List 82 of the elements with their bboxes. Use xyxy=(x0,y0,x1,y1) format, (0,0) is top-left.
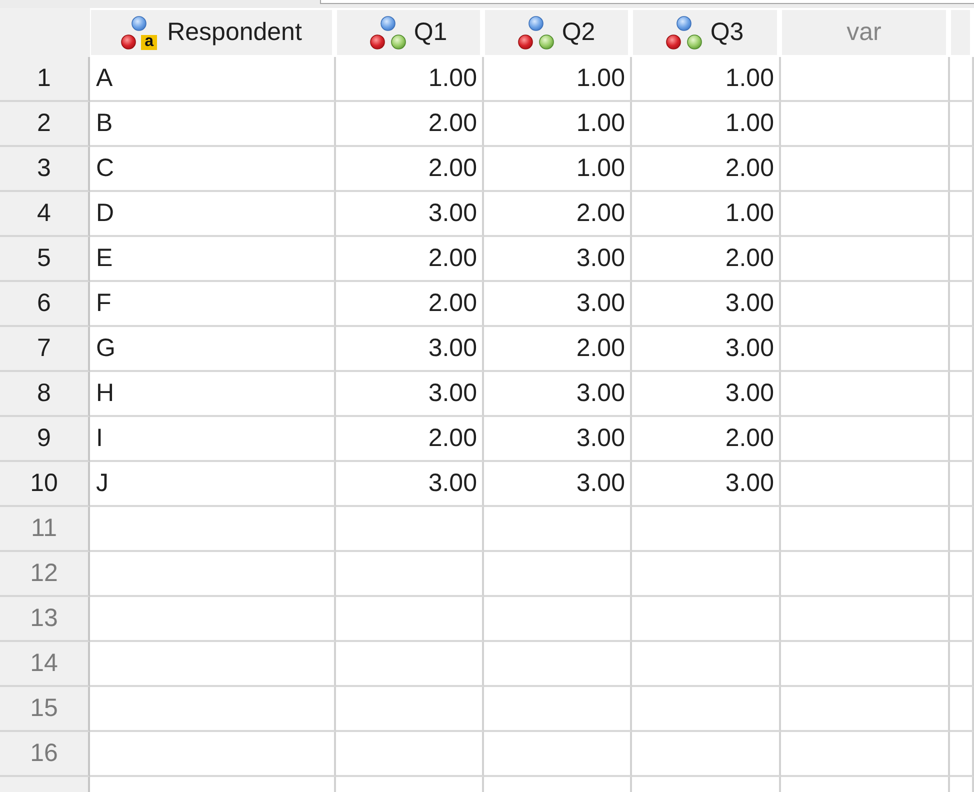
row-header[interactable]: 1 xyxy=(0,57,90,102)
row-header[interactable]: 4 xyxy=(0,192,90,237)
table-cell: 3.00 xyxy=(484,372,632,417)
table-cell: 2.00 xyxy=(484,192,632,237)
table-cell xyxy=(950,462,974,507)
table-cell: 1.00 xyxy=(632,57,781,102)
row-header[interactable]: 2 xyxy=(0,102,90,147)
row-header[interactable]: 8 xyxy=(0,372,90,417)
row-header[interactable]: 16 xyxy=(0,732,90,777)
table-cell: 3.00 xyxy=(484,417,632,462)
table-cell: 1.00 xyxy=(484,57,632,102)
row-header[interactable]: 15 xyxy=(0,687,90,732)
table-cell xyxy=(950,507,974,552)
table-cell xyxy=(950,282,974,327)
table-cell: 2.00 xyxy=(632,237,781,282)
corner-cell[interactable] xyxy=(0,8,90,57)
row-header[interactable]: 7 xyxy=(0,327,90,372)
row-header[interactable]: 3 xyxy=(0,147,90,192)
table-cell: 3.00 xyxy=(484,462,632,507)
table-cell: 2.00 xyxy=(336,417,484,462)
table-cell: 3.00 xyxy=(632,327,781,372)
table-cell: B xyxy=(90,102,336,147)
table-cell: 2.00 xyxy=(632,147,781,192)
table-cell: 1.00 xyxy=(336,57,484,102)
input-field[interactable] xyxy=(320,0,974,4)
table-cell: 3.00 xyxy=(632,462,781,507)
row-header[interactable]: 9 xyxy=(0,417,90,462)
row-header[interactable]: 13 xyxy=(0,597,90,642)
table-cell: F xyxy=(90,282,336,327)
table-cell: 3.00 xyxy=(336,462,484,507)
column-header[interactable]: Q2 xyxy=(485,10,628,55)
table-cell: 1.00 xyxy=(632,192,781,237)
table-cell xyxy=(950,147,974,192)
table-cell: D xyxy=(90,192,336,237)
table-cell: 1.00 xyxy=(484,102,632,147)
row-header[interactable]: 10 xyxy=(0,462,90,507)
table-cell: 3.00 xyxy=(484,282,632,327)
table-cell: 1.00 xyxy=(484,147,632,192)
table-cell: 2.00 xyxy=(336,102,484,147)
table-cell: 3.00 xyxy=(336,192,484,237)
table-cell: 2.00 xyxy=(484,327,632,372)
table-cell xyxy=(950,237,974,282)
letter-badge: a xyxy=(141,34,158,50)
row-header[interactable]: 11 xyxy=(0,507,90,552)
table-cell xyxy=(950,597,974,642)
table-cell: 2.00 xyxy=(632,417,781,462)
row-header[interactable]: 6 xyxy=(0,282,90,327)
table-cell: I xyxy=(90,417,336,462)
table-cell: 2.00 xyxy=(336,282,484,327)
table-cell: H xyxy=(90,372,336,417)
table-cell xyxy=(950,102,974,147)
column-header[interactable]: Q3 xyxy=(633,10,777,55)
table-cell xyxy=(950,642,974,687)
table-cell: 3.00 xyxy=(336,327,484,372)
table-cell xyxy=(950,417,974,462)
table-cell xyxy=(950,552,974,597)
row-header[interactable]: 5 xyxy=(0,237,90,282)
table-cell: 3.00 xyxy=(632,372,781,417)
table-cell: 2.00 xyxy=(336,237,484,282)
table-cell: 1.00 xyxy=(632,102,781,147)
table-cell xyxy=(950,687,974,732)
table-cell: 3.00 xyxy=(632,282,781,327)
row-header[interactable] xyxy=(0,777,90,792)
table-cell: A xyxy=(90,57,336,102)
table-cell: 3.00 xyxy=(484,237,632,282)
table-cell: J xyxy=(90,462,336,507)
table-cell xyxy=(950,327,974,372)
table-cell: E xyxy=(90,237,336,282)
table-cell xyxy=(950,192,974,237)
column-header[interactable]: Q1 xyxy=(337,10,480,55)
table-cell: C xyxy=(90,147,336,192)
row-header[interactable]: 12 xyxy=(0,552,90,597)
column-header[interactable]: a Respondent xyxy=(91,10,332,55)
table-cell: 3.00 xyxy=(336,372,484,417)
balls-icon xyxy=(666,16,702,50)
balls-icon xyxy=(370,16,406,50)
table-cell: 2.00 xyxy=(336,147,484,192)
table-cell xyxy=(950,732,974,777)
row-header[interactable]: 14 xyxy=(0,642,90,687)
balls-icon xyxy=(518,16,554,50)
table-cell: G xyxy=(90,327,336,372)
table-cell xyxy=(950,372,974,417)
